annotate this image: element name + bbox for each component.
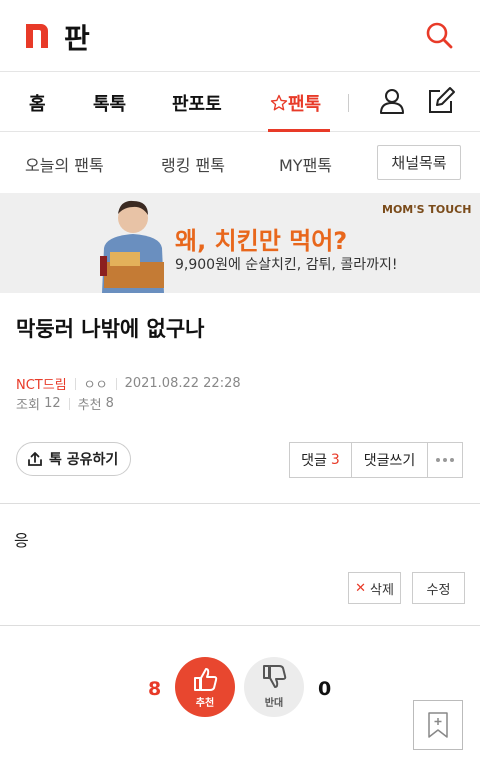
talk-share-button[interactable]: 톡 공유하기 [16, 442, 131, 476]
section-divider [0, 625, 480, 626]
upvote-count: 8 [148, 678, 162, 700]
downvote-count: 0 [318, 678, 332, 700]
ad-banner[interactable]: MOM'S TOUCH 왜, 치킨만 먹어? 9,900원에 순살치킨, 감튀,… [0, 193, 480, 293]
ad-subtext: 9,900원에 순살치킨, 감튀, 콜라까지! [175, 257, 398, 273]
views-label: 조회 [16, 398, 40, 413]
bookmark-add-icon [428, 712, 448, 738]
post-body: 응 [14, 531, 29, 550]
bookmark-button[interactable] [413, 700, 463, 750]
star-icon [270, 94, 288, 111]
subnav-ranking-fantalk[interactable]: 랭킹 팬톡 [161, 152, 225, 176]
upvote-button[interactable]: 추천 [175, 657, 235, 717]
post-nickname: ㅇㅇ [83, 378, 108, 393]
write-icon[interactable] [426, 86, 456, 116]
recommend-label: 추천 [77, 398, 102, 413]
close-icon: ✕ [355, 580, 366, 596]
main-nav: 홈 톡톡 판포토 팬톡 [0, 72, 480, 132]
post-meta: NCT드림 ㅇㅇ 2021.08.22 22:28 [16, 374, 241, 393]
upvote-label: 추천 [195, 698, 215, 709]
delete-label: 삭제 [369, 582, 394, 598]
nav-item-panphoto[interactable]: 판포토 [172, 90, 222, 116]
channel-list-button[interactable]: 채널목록 [377, 145, 461, 180]
post-datetime: 2021.08.22 22:28 [124, 376, 241, 391]
comments-label: 댓글 [301, 453, 327, 469]
nav-item-toktok[interactable]: 톡톡 [93, 90, 126, 116]
brand-title: 판 [64, 22, 90, 55]
share-icon [28, 452, 42, 466]
downvote-button[interactable]: 반대 [244, 657, 304, 717]
ad-brand-logo: MOM'S TOUCH [382, 203, 472, 216]
write-comment-button[interactable]: 댓글쓰기 [351, 442, 428, 478]
nav-item-home[interactable]: 홈 [29, 90, 46, 116]
top-bar: 판 [0, 0, 480, 72]
post-author-channel[interactable]: NCT드림 [16, 374, 67, 393]
edit-button[interactable]: 수정 [412, 572, 465, 604]
recommend-count: 8 [105, 396, 114, 411]
post-stats: 조회 12 추천 8 [16, 394, 114, 413]
more-options-button[interactable] [427, 442, 463, 478]
delete-button[interactable]: ✕ 삭제 [348, 572, 401, 604]
downvote-label: 반대 [264, 698, 284, 709]
profile-icon[interactable] [377, 86, 407, 116]
thumbs-up-icon [194, 668, 218, 691]
subnav-my-fantalk[interactable]: MY팬톡 [279, 152, 332, 176]
meta-divider [74, 377, 76, 390]
meta-divider [68, 397, 70, 410]
comments-button[interactable]: 댓글 3 [289, 442, 352, 478]
views-count: 12 [44, 396, 61, 411]
nav-item-fantalk[interactable]: 팬톡 [270, 90, 321, 116]
meta-divider [115, 377, 117, 390]
nav-item-fantalk-label: 팬톡 [288, 94, 322, 115]
nate-logo-icon[interactable] [24, 22, 50, 48]
nav-divider [348, 94, 349, 112]
thumbs-down-icon [263, 665, 287, 688]
post-title: 막둥러 나밖에 없구나 [16, 317, 205, 341]
more-icon [436, 458, 454, 462]
share-label: 톡 공유하기 [49, 452, 119, 468]
comments-count: 3 [330, 452, 340, 468]
section-divider [0, 503, 480, 504]
ad-headline: 왜, 치킨만 먹어? [175, 227, 348, 255]
ad-model-image [100, 200, 164, 293]
search-icon[interactable] [424, 20, 454, 50]
subnav-today-fantalk[interactable]: 오늘의 팬톡 [25, 152, 104, 176]
